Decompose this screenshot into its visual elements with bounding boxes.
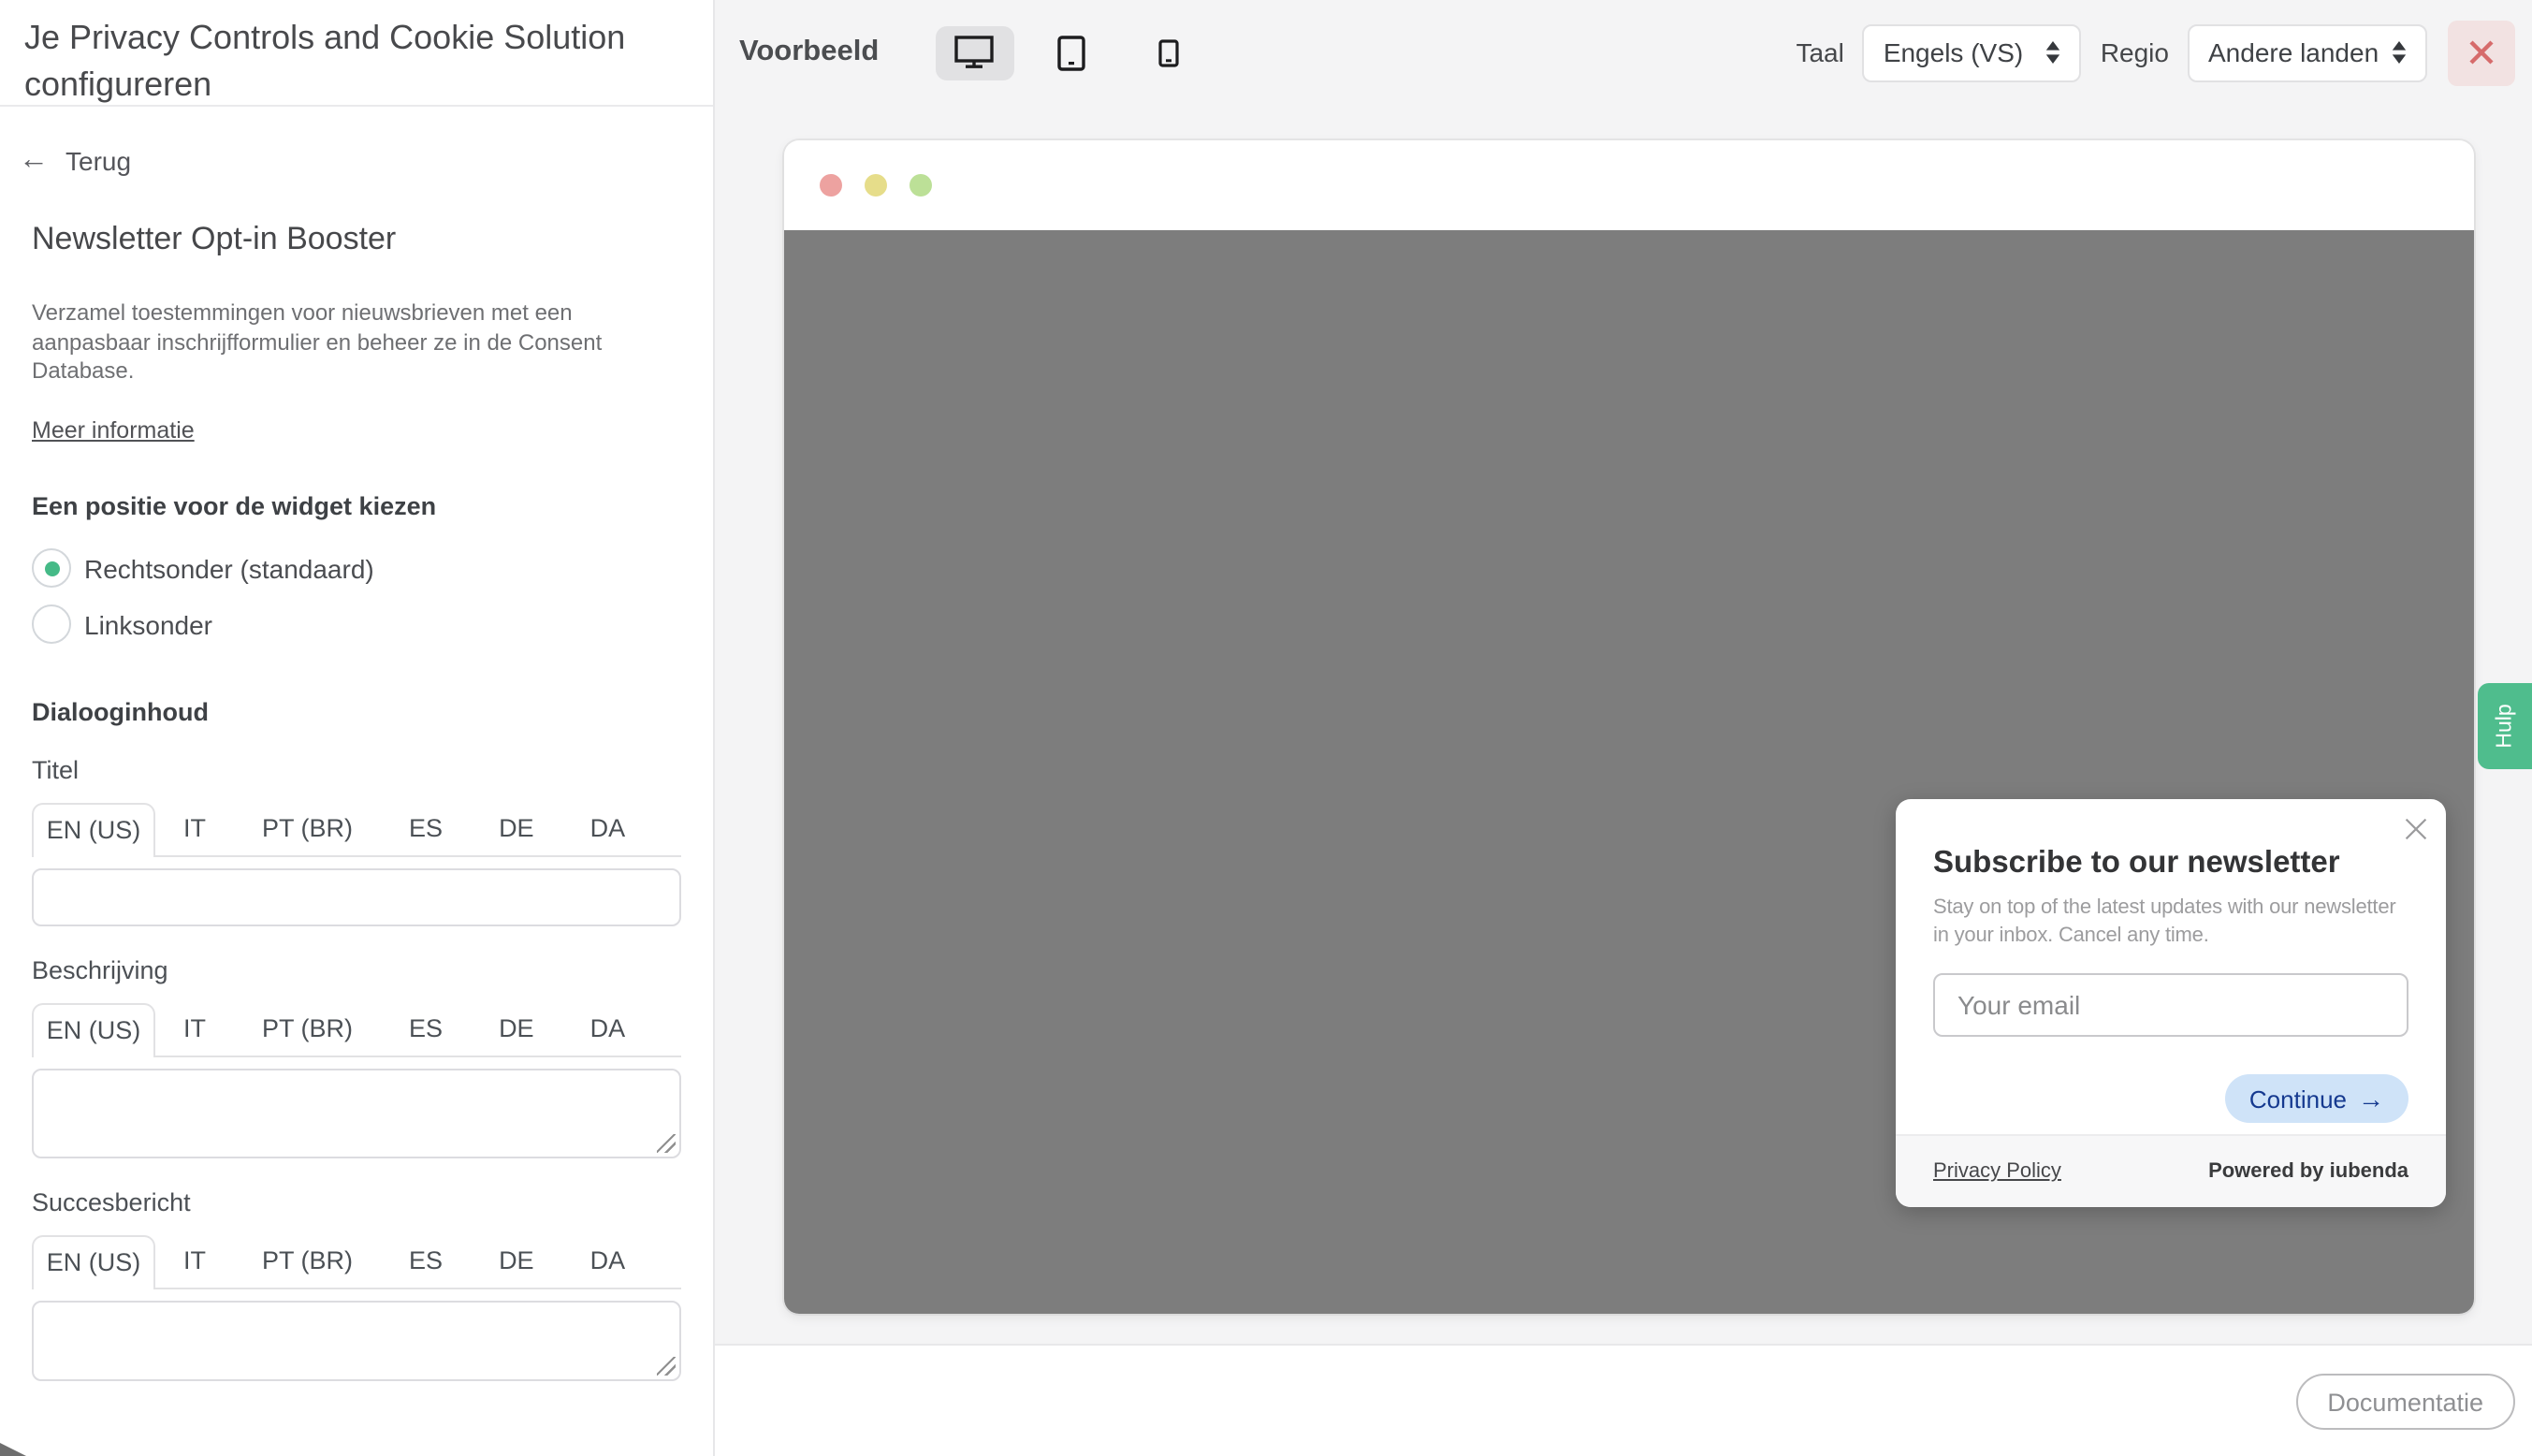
tabs-filler xyxy=(653,1002,681,1056)
widget-body: Subscribe to our newsletter Stay on top … xyxy=(1896,799,2446,1123)
feature-title: Newsletter Opt-in Booster xyxy=(32,221,681,258)
back-link[interactable]: ← Terug xyxy=(19,146,131,176)
tab-de[interactable]: DE xyxy=(471,802,562,856)
tab-de[interactable]: DE xyxy=(471,1002,562,1056)
more-info-link[interactable]: Meer informatie xyxy=(32,416,195,443)
page-title: Je Privacy Controls and Cookie Solution … xyxy=(0,0,713,107)
succesbericht-textarea[interactable] xyxy=(32,1300,681,1380)
back-label: Terug xyxy=(65,146,131,176)
help-tab[interactable]: Hulp xyxy=(2478,683,2532,769)
beschrijving-textarea[interactable] xyxy=(32,1068,681,1158)
desktop-icon xyxy=(954,36,994,69)
traffic-light-red-icon xyxy=(820,174,842,197)
tab-es[interactable]: ES xyxy=(381,1002,471,1056)
continue-button[interactable]: Continue → xyxy=(2225,1074,2408,1123)
region-select[interactable]: Andere landen xyxy=(2188,23,2427,81)
tab-de[interactable]: DE xyxy=(471,1234,562,1289)
language-tabs-succesbericht: EN (US) IT PT (BR) ES DE DA xyxy=(32,1234,681,1289)
tab-en-us[interactable]: EN (US) xyxy=(32,802,155,856)
preview-browser-window: Subscribe to our newsletter Stay on top … xyxy=(784,140,2474,1314)
traffic-light-green-icon xyxy=(909,174,932,197)
tab-pt-br[interactable]: PT (BR) xyxy=(234,802,381,856)
feature-description: Verzamel toestemmingen voor nieuwsbrieve… xyxy=(32,299,681,386)
powered-by-label: Powered by iubenda xyxy=(2208,1160,2408,1183)
device-desktop-button[interactable] xyxy=(935,25,1013,80)
device-mobile-button[interactable] xyxy=(1129,25,1208,80)
language-select-value: Engels (VS) xyxy=(1884,37,2023,67)
tab-it[interactable]: IT xyxy=(155,802,234,856)
traffic-light-yellow-icon xyxy=(865,174,887,197)
radio-option-linksonder[interactable]: Linksonder xyxy=(32,596,681,652)
tab-es[interactable]: ES xyxy=(381,802,471,856)
help-tab-label: Hulp xyxy=(2494,704,2516,748)
documentation-button[interactable]: Documentatie xyxy=(2295,1374,2515,1430)
close-preview-button[interactable] xyxy=(2448,20,2515,85)
tablet-icon xyxy=(1057,35,1085,70)
widget-title: Subscribe to our newsletter xyxy=(1933,799,2408,881)
mobile-icon xyxy=(1158,38,1179,66)
continue-label: Continue xyxy=(2249,1085,2347,1113)
tab-da[interactable]: DA xyxy=(562,1234,654,1289)
preview-topbar: Voorbeeld xyxy=(715,0,2532,105)
close-icon xyxy=(2467,37,2496,67)
privacy-policy-link[interactable]: Privacy Policy xyxy=(1933,1160,2061,1183)
dialog-content-heading: Dialooginhoud xyxy=(32,697,681,725)
sidebar-body: ← Terug Newsletter Opt-in Booster Verzam… xyxy=(0,146,713,1380)
field-label-succesbericht: Succesbericht xyxy=(32,1187,681,1216)
language-tabs-titel: EN (US) IT PT (BR) ES DE DA xyxy=(32,802,681,856)
radio-label: Rechtsonder (standaard) xyxy=(84,553,374,583)
browser-titlebar xyxy=(784,140,2474,230)
back-arrow-icon: ← xyxy=(19,148,49,174)
radio-label: Linksonder xyxy=(84,609,212,639)
titel-input[interactable] xyxy=(32,867,681,925)
widget-description: Stay on top of the latest updates with o… xyxy=(1933,895,2408,951)
preview-title: Voorbeeld xyxy=(739,36,879,69)
tabs-filler xyxy=(653,802,681,856)
position-radio-group: Rechtsonder (standaard) Linksonder xyxy=(32,540,681,652)
radio-button-checked-icon xyxy=(32,548,71,588)
preview-pane: Voorbeeld xyxy=(715,0,2532,1456)
tab-it[interactable]: IT xyxy=(155,1002,234,1056)
sidebar: Je Privacy Controls and Cookie Solution … xyxy=(0,0,715,1456)
region-select-value: Andere landen xyxy=(2208,37,2379,67)
language-label: Taal xyxy=(1796,37,1843,67)
tab-en-us[interactable]: EN (US) xyxy=(32,1234,155,1289)
field-succesbericht: Succesbericht EN (US) IT PT (BR) ES DE D… xyxy=(32,1187,681,1380)
field-label-titel: Titel xyxy=(32,755,681,783)
email-input[interactable] xyxy=(1933,973,2408,1037)
widget-footer: Privacy Policy Powered by iubenda xyxy=(1896,1134,2446,1207)
region-label: Regio xyxy=(2101,37,2169,67)
field-label-beschrijving: Beschrijving xyxy=(32,955,681,983)
language-select[interactable]: Engels (VS) xyxy=(1863,23,2082,81)
position-heading: Een positie voor de widget kiezen xyxy=(32,491,681,519)
browser-content: Subscribe to our newsletter Stay on top … xyxy=(784,230,2474,1314)
radio-button-unchecked-icon xyxy=(32,604,71,644)
device-tablet-button[interactable] xyxy=(1032,25,1111,80)
select-arrows-icon xyxy=(2392,41,2407,64)
device-switcher xyxy=(935,25,1208,80)
newsletter-widget: Subscribe to our newsletter Stay on top … xyxy=(1896,799,2446,1207)
select-arrows-icon xyxy=(2046,41,2061,64)
tab-es[interactable]: ES xyxy=(381,1234,471,1289)
tab-pt-br[interactable]: PT (BR) xyxy=(234,1002,381,1056)
field-beschrijving: Beschrijving EN (US) IT PT (BR) ES DE DA xyxy=(32,955,681,1158)
arrow-right-icon: → xyxy=(2358,1084,2384,1114)
bottom-bar: Documentatie xyxy=(715,1344,2532,1456)
tab-da[interactable]: DA xyxy=(562,802,654,856)
topbar-controls: Taal Engels (VS) Regio Andere landen xyxy=(1796,20,2515,85)
tabs-filler xyxy=(653,1234,681,1289)
widget-close-icon[interactable] xyxy=(2405,818,2427,840)
widget-button-row: Continue → xyxy=(1933,1074,2408,1123)
field-titel: Titel EN (US) IT PT (BR) ES DE DA xyxy=(32,755,681,925)
radio-option-rechtsonder[interactable]: Rechtsonder (standaard) xyxy=(32,540,681,596)
language-tabs-beschrijving: EN (US) IT PT (BR) ES DE DA xyxy=(32,1002,681,1056)
tab-en-us[interactable]: EN (US) xyxy=(32,1002,155,1056)
tab-it[interactable]: IT xyxy=(155,1234,234,1289)
tab-pt-br[interactable]: PT (BR) xyxy=(234,1234,381,1289)
configure-privacy-controls-screen: Je Privacy Controls and Cookie Solution … xyxy=(0,0,2532,1456)
tab-da[interactable]: DA xyxy=(562,1002,654,1056)
